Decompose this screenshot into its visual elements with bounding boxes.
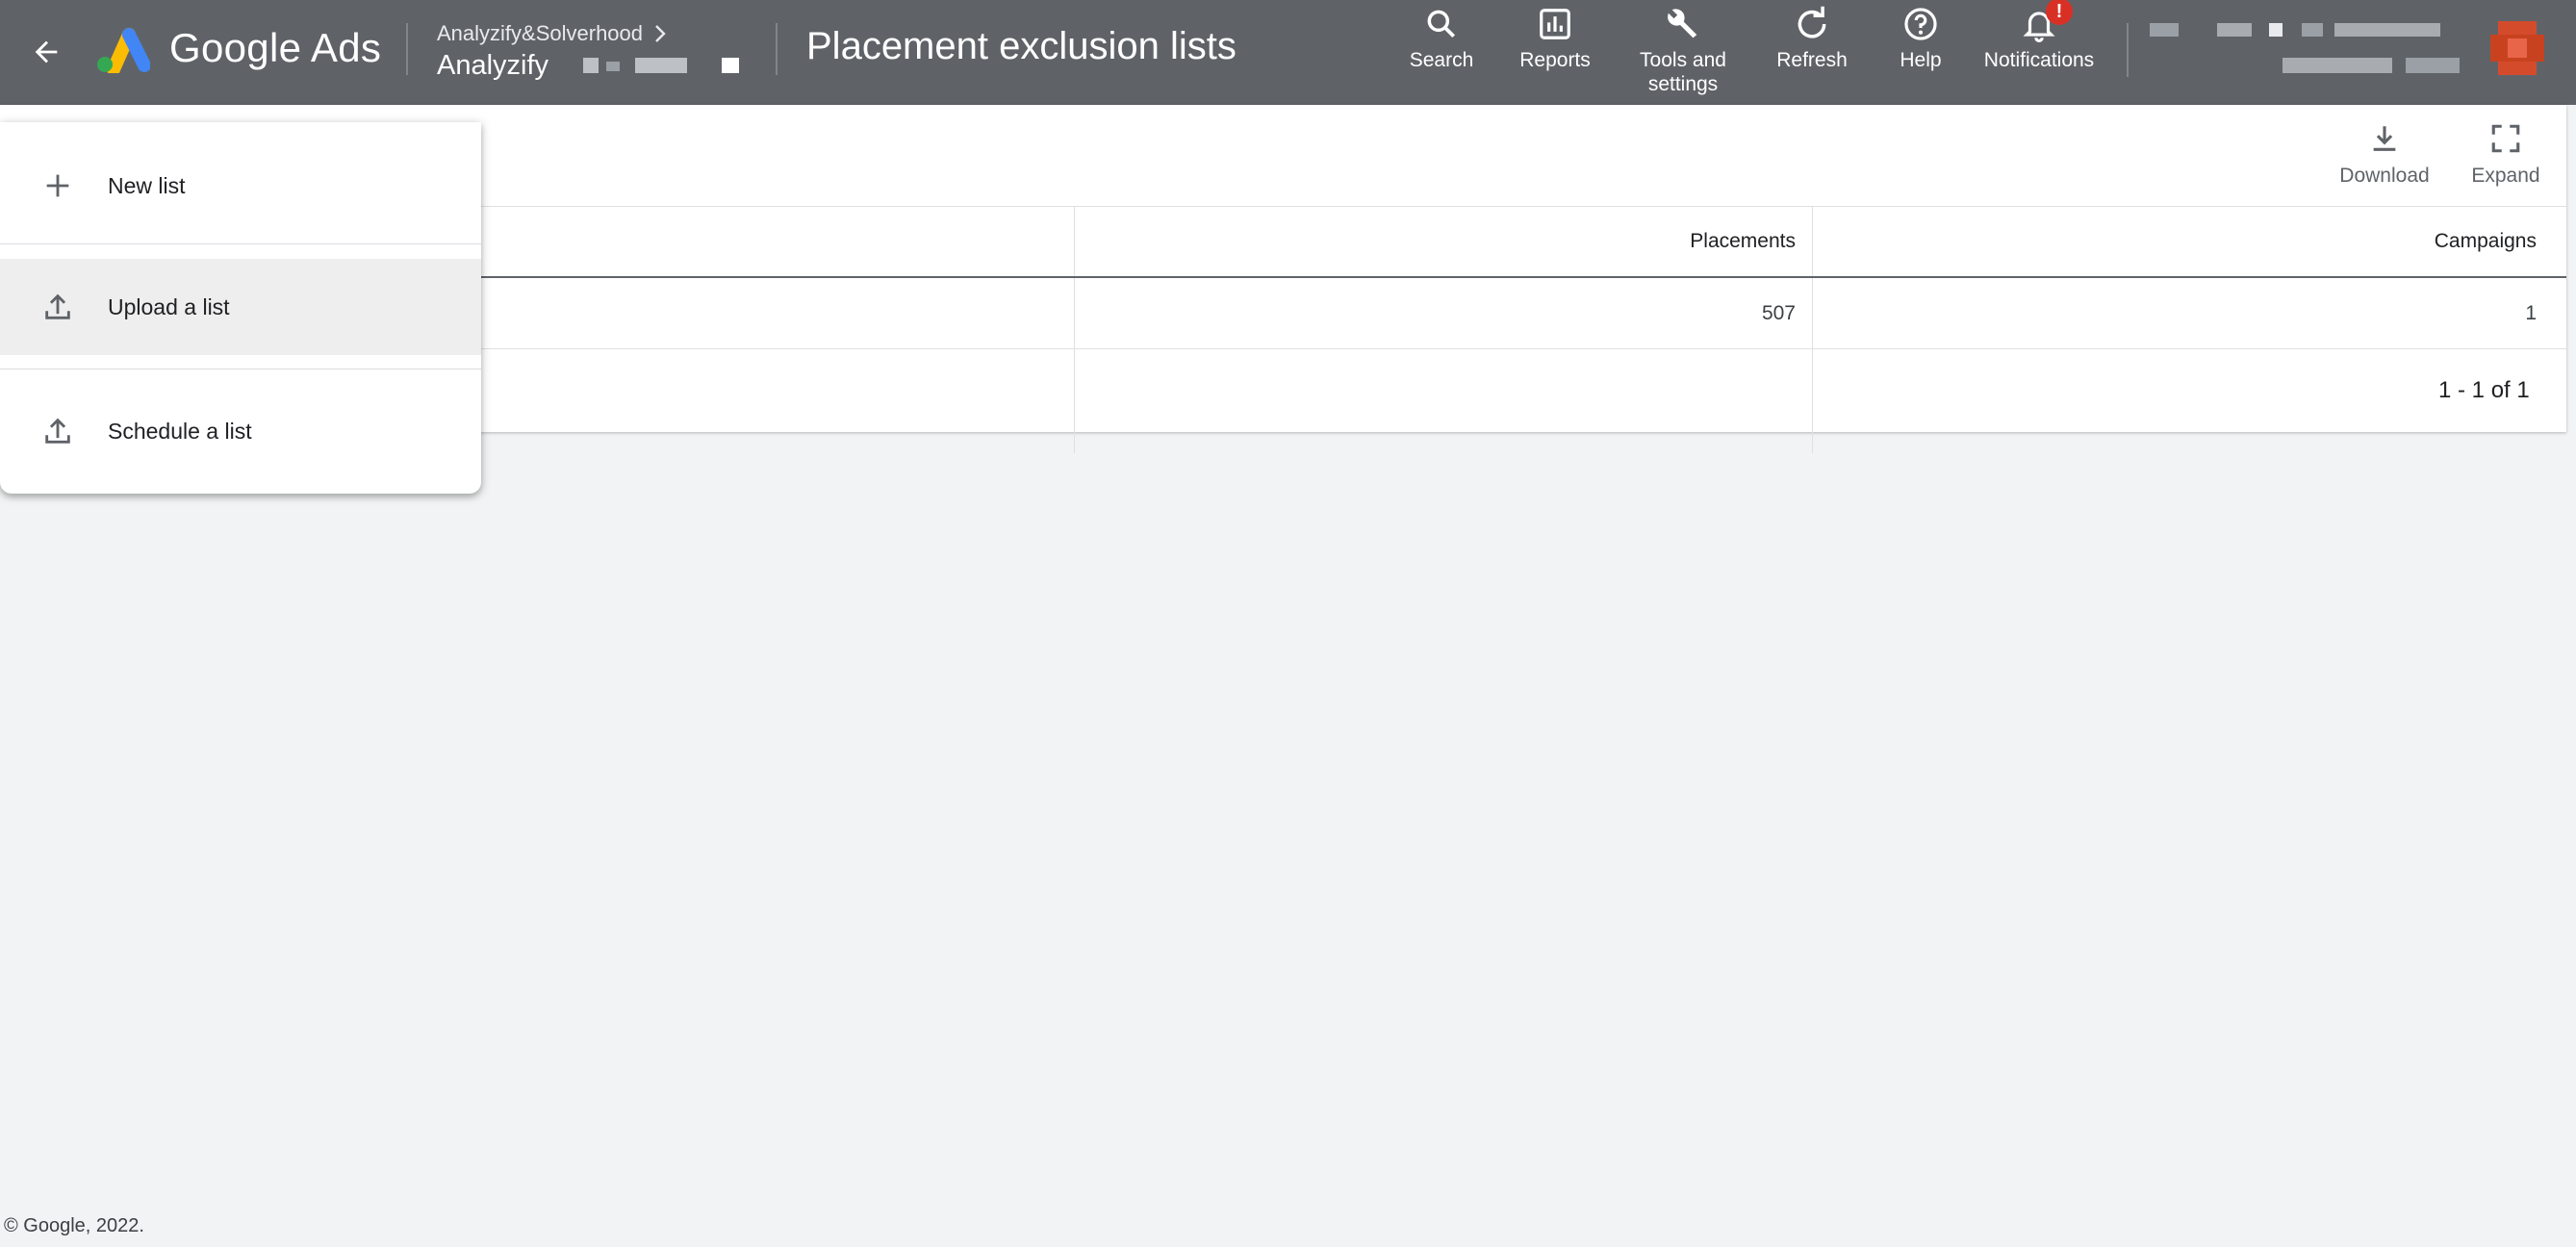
brand-name[interactable]: Google Ads <box>169 25 381 71</box>
divider <box>776 23 778 75</box>
pagination-summary: 1 - 1 of 1 <box>2438 377 2530 403</box>
plus-icon <box>40 168 75 203</box>
fullscreen-icon <box>2491 124 2520 153</box>
download-icon <box>2373 126 2396 151</box>
breadcrumb[interactable]: Analyzify&Solverhood <box>437 21 668 46</box>
google-ads-logo-icon[interactable] <box>94 27 151 76</box>
cell-placements: 507 <box>1761 302 1796 324</box>
redacted-block <box>2406 58 2460 73</box>
upload-icon <box>40 290 75 324</box>
menu-item-new-list[interactable]: New list <box>0 138 481 234</box>
notifications-button[interactable]: Notifications <box>1975 6 2104 72</box>
refresh-icon <box>1798 6 1826 38</box>
wrench-icon <box>1668 9 1697 38</box>
reports-button[interactable]: Reports <box>1511 6 1599 72</box>
notifications-label: Notifications <box>1983 49 2095 71</box>
redacted-block <box>2334 23 2440 37</box>
top-app-bar: Google Ads Analyzify&Solverhood Analyzif… <box>0 0 2576 105</box>
search-label: Search <box>1409 49 1474 71</box>
expand-button[interactable]: Expand <box>2465 122 2546 188</box>
tools-settings-button[interactable]: Tools and settings <box>1626 6 1740 96</box>
reports-icon <box>1540 9 1570 39</box>
breadcrumb-parent[interactable]: Analyzify&Solverhood <box>437 21 643 46</box>
search-button[interactable]: Search <box>1403 6 1480 72</box>
refresh-button[interactable]: Refresh <box>1769 6 1855 72</box>
cell-campaigns: 1 <box>2525 302 2537 324</box>
copyright-footer: © Google, 2022. <box>4 1215 144 1236</box>
download-label: Download <box>2339 165 2430 187</box>
reports-label: Reports <box>1519 49 1591 71</box>
menu-divider <box>0 243 481 244</box>
column-header-campaigns[interactable]: Campaigns <box>1826 230 2537 253</box>
help-label: Help <box>1900 49 1942 71</box>
tools-settings-label: Tools and settings <box>1640 49 1726 95</box>
column-divider <box>1812 207 1813 453</box>
help-button[interactable]: Help <box>1892 6 1950 72</box>
menu-item-label: New list <box>108 172 186 198</box>
search-icon <box>1427 10 1456 38</box>
redacted-block <box>606 62 620 71</box>
redacted-block <box>635 58 687 73</box>
account-name[interactable]: Analyzify <box>437 50 548 82</box>
menu-item-upload-list[interactable]: Upload a list <box>0 259 481 355</box>
help-icon <box>1904 8 1937 40</box>
upload-icon <box>40 414 75 448</box>
create-list-menu: New list Upload a list Schedule a list <box>0 122 481 494</box>
expand-label: Expand <box>2471 165 2540 187</box>
redacted-block <box>2302 23 2323 37</box>
column-divider <box>1074 207 1075 453</box>
menu-item-schedule-list[interactable]: Schedule a list <box>0 383 481 479</box>
page-title: Placement exclusion lists <box>806 25 1237 67</box>
redacted-block <box>2269 23 2283 37</box>
redacted-block <box>2150 23 2179 37</box>
redacted-block <box>2283 58 2392 73</box>
download-button[interactable]: Download <box>2334 122 2435 188</box>
redacted-block <box>583 58 599 73</box>
chevron-right-icon <box>655 25 666 42</box>
divider <box>406 23 408 75</box>
divider <box>2127 23 2129 77</box>
menu-item-label: Schedule a list <box>108 418 252 444</box>
redacted-block <box>722 58 739 73</box>
avatar[interactable] <box>2490 21 2544 75</box>
column-header-placements[interactable]: Placements <box>1087 230 1796 253</box>
refresh-label: Refresh <box>1776 49 1848 71</box>
back-arrow-icon[interactable] <box>23 29 69 75</box>
menu-item-label: Upload a list <box>108 293 230 319</box>
redacted-block <box>2217 23 2252 37</box>
